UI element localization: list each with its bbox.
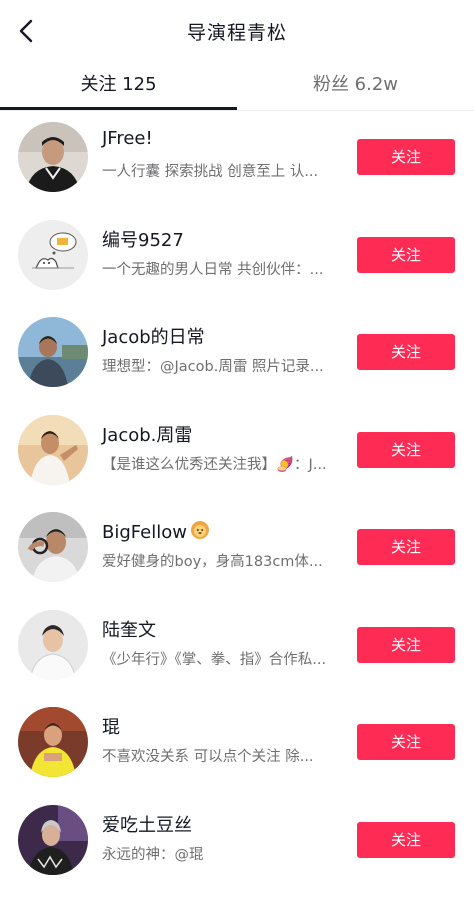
list-item[interactable]: Jacob的日常 理想型：@Jacob.周雷 照片记录... 关注: [0, 305, 474, 403]
avatar[interactable]: [18, 512, 88, 582]
user-name: Jacob.周雷: [102, 424, 193, 446]
lion-face-emoji: [189, 518, 211, 545]
page-title: 导演程青松: [186, 22, 287, 44]
avatar[interactable]: [18, 122, 88, 192]
follow-button[interactable]: 关注: [357, 236, 455, 273]
user-bio: 爱好健身的boy，身高183cm体...: [102, 554, 323, 570]
list-item[interactable]: BigFellow 爱好健身的boy，身高183cm体... 关注: [0, 500, 474, 598]
user-bio: 永远的神：@琨: [102, 846, 204, 863]
user-name: BigFellow: [102, 518, 211, 545]
avatar[interactable]: [18, 609, 88, 680]
list-item[interactable]: 琨 不喜欢没关系 可以点个关注 除... 关注: [0, 695, 474, 793]
avatar[interactable]: [18, 707, 88, 777]
user-bio: 不喜欢没关系 可以点个关注 除...: [102, 749, 314, 765]
follow-button[interactable]: 关注: [357, 139, 455, 175]
user-name: 爱吃土豆丝: [102, 814, 192, 836]
user-name: Jacob的日常: [102, 327, 205, 348]
list-item[interactable]: 陆奎文 《少年行》《掌、拳、指》合作私... 关注: [0, 598, 474, 696]
list-item[interactable]: 编号9527 一个无趣的男人日常 共创伙伴：... 关注: [0, 208, 474, 306]
tab-bar: 关注 125 粉丝 6.2w: [0, 62, 474, 111]
user-bio: 【是谁这么优秀还关注我】🍠：J...: [102, 456, 327, 473]
top-bar: 导演程青松: [0, 0, 474, 62]
list-item[interactable]: JFree! 一人行囊 探索挑战 创意至上 认... 关注: [0, 110, 474, 208]
follow-button[interactable]: 关注: [357, 821, 455, 858]
user-name: 陆奎文: [102, 619, 156, 641]
avatar[interactable]: [18, 317, 88, 387]
tab-followers[interactable]: 粉丝 6.2w: [237, 62, 474, 108]
follow-button[interactable]: 关注: [357, 431, 455, 468]
user-name: JFree!: [102, 128, 153, 149]
avatar[interactable]: [18, 414, 88, 485]
tab-following[interactable]: 关注 125: [0, 62, 237, 108]
avatar[interactable]: [18, 219, 88, 290]
user-name: 编号9527: [102, 229, 184, 251]
list-item[interactable]: 爱吃土豆丝 永远的神：@琨 关注: [0, 793, 474, 891]
follow-button[interactable]: 关注: [357, 724, 455, 760]
user-bio: 一人行囊 探索挑战 创意至上 认...: [102, 164, 319, 180]
avatar[interactable]: [18, 804, 88, 875]
user-name: 琨: [102, 717, 120, 738]
follow-button[interactable]: 关注: [357, 529, 455, 565]
follow-button[interactable]: 关注: [357, 626, 455, 663]
user-bio: 理想型：@Jacob.周雷 照片记录...: [102, 359, 324, 375]
follow-button[interactable]: 关注: [357, 334, 455, 370]
user-bio: 一个无趣的男人日常 共创伙伴：...: [102, 261, 324, 278]
list-item[interactable]: Jacob.周雷 【是谁这么优秀还关注我】🍠：J... 关注: [0, 403, 474, 501]
user-bio: 《少年行》《掌、拳、指》合作私...: [102, 651, 327, 668]
